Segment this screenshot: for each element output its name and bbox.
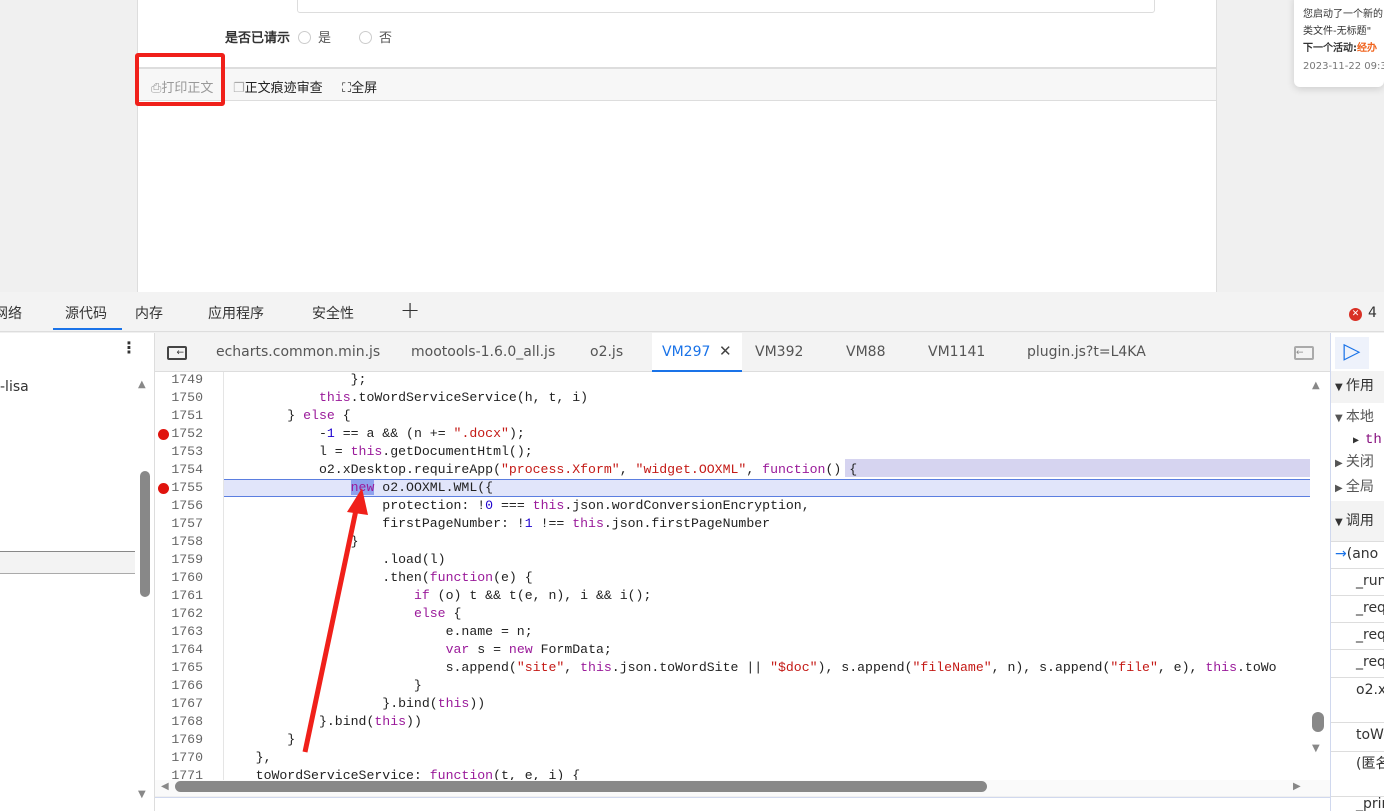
scope-closure-label: 关闭 (1345, 454, 1374, 470)
collapse-icon: ▶ (1335, 483, 1346, 494)
call-frame[interactable]: _req (1331, 596, 1384, 623)
scope-this-label: th (1365, 432, 1382, 448)
call-frame[interactable]: o2.xl (1331, 678, 1384, 723)
scope-this[interactable]: ▶ th (1331, 432, 1384, 450)
arrow-shaft (302, 509, 359, 753)
current-frame-arrow-icon: → (1335, 546, 1347, 562)
call-frame-label: o2.xl (1356, 682, 1384, 698)
call-frame[interactable]: →(ano (1331, 542, 1384, 569)
scope-label: 作用 (1345, 378, 1374, 394)
callstack-section-header[interactable]: ▼ 调用 (1331, 501, 1384, 542)
call-frame-label: _req (1356, 654, 1384, 670)
call-frame[interactable]: _run (1331, 569, 1384, 596)
expand-icon: ▼ (1335, 413, 1346, 424)
debugger-sidebar: ▷ ▼ 作用 ▼ 本地 ▶ th ▶ 关闭 ▶ 全局 ▼ 调用 →(ano _ru… (1330, 333, 1384, 811)
scope-local[interactable]: ▼ 本地 (1331, 409, 1384, 427)
scope-local-label: 本地 (1345, 409, 1374, 425)
scope-global[interactable]: ▶ 全局 (1331, 479, 1384, 497)
callstack-label: 调用 (1345, 513, 1374, 529)
call-frame[interactable]: (匿名 (1331, 752, 1384, 797)
call-frame-label: (匿名 (1356, 756, 1384, 772)
call-frame[interactable]: _prin (1331, 797, 1384, 811)
call-frame-label: _prin (1356, 796, 1384, 811)
call-frame-label: _run (1356, 573, 1384, 589)
call-frame-label: _req (1356, 627, 1384, 643)
call-frame[interactable]: toWo (1331, 723, 1384, 752)
call-frame[interactable]: _req (1331, 650, 1384, 678)
expand-icon: ▼ (1335, 517, 1346, 528)
arrow-head (347, 488, 368, 515)
call-frame-label: _req (1356, 600, 1384, 616)
scope-global-label: 全局 (1345, 479, 1374, 495)
collapse-icon: ▶ (1335, 458, 1346, 469)
call-frame-label: (ano (1346, 546, 1379, 562)
resume-button[interactable]: ▷ (1335, 337, 1369, 369)
red-arrow-annotation (302, 488, 368, 753)
scope-section-header[interactable]: ▼ 作用 (1331, 371, 1384, 403)
scope-closure[interactable]: ▶ 关闭 (1331, 454, 1384, 472)
expand-icon: ▼ (1335, 382, 1346, 393)
collapse-icon: ▶ (1353, 436, 1366, 447)
call-frame[interactable]: _req (1331, 623, 1384, 650)
call-frame-label: toWo (1356, 727, 1384, 743)
